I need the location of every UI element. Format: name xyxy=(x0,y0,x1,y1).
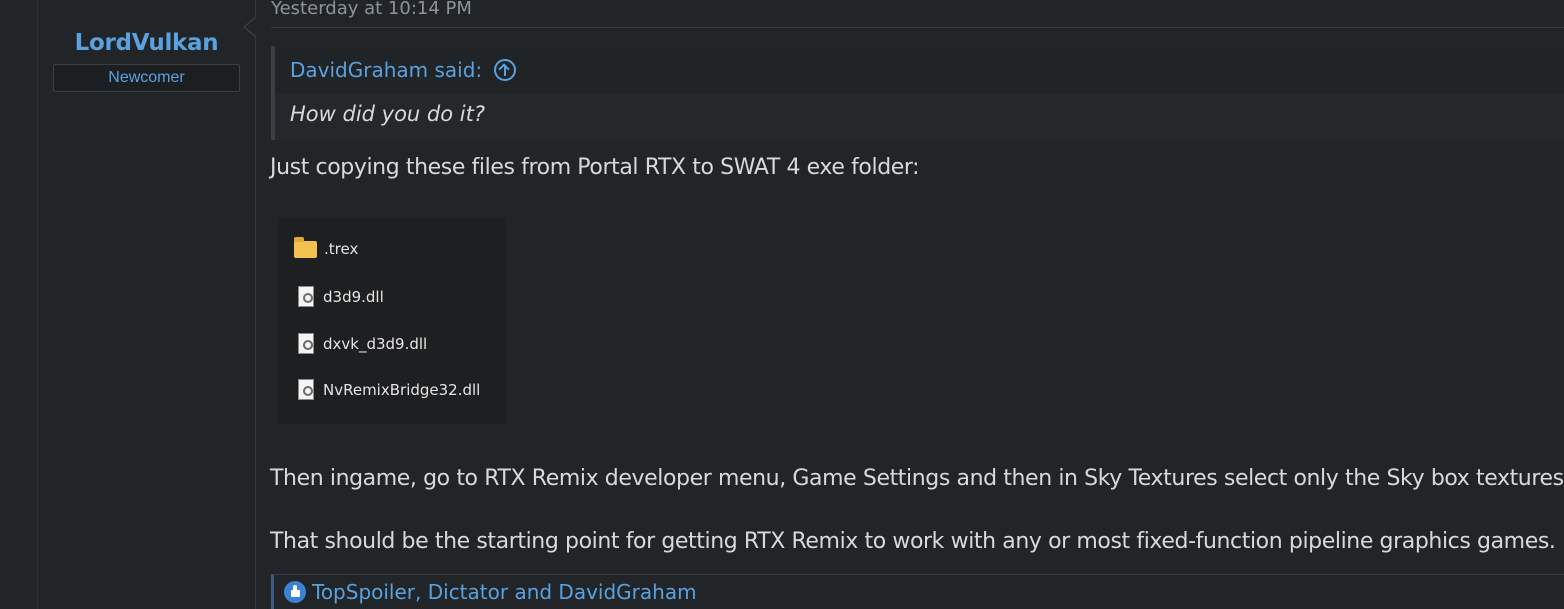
file-row-d3d9: d3d9.dll xyxy=(294,286,384,307)
forum-post-page: LordVulkan Newcomer Yesterday at 10:14 P… xyxy=(0,0,1564,609)
dll-file-icon xyxy=(298,286,314,307)
quote-text: How did you do it? xyxy=(290,102,485,126)
post-paragraph-2: Then ingame, go to RTX Remix developer m… xyxy=(270,466,1564,491)
message-body: Yesterday at 10:14 PM DavidGraham said: … xyxy=(256,0,1564,609)
post-timestamp[interactable]: Yesterday at 10:14 PM xyxy=(271,0,472,19)
file-name: d3d9.dll xyxy=(323,287,384,306)
left-gutter xyxy=(0,0,38,609)
dll-file-icon xyxy=(298,379,314,400)
quote-header[interactable]: DavidGraham said: xyxy=(275,46,1564,93)
file-row-nvremix: NvRemixBridge32.dll xyxy=(294,379,480,400)
post-paragraph-3: That should be the starting point for ge… xyxy=(270,529,1556,554)
dll-file-icon xyxy=(298,333,314,354)
file-row-trex: .trex xyxy=(294,236,359,258)
reactions-list[interactable]: TopSpoiler, Dictator and DavidGraham xyxy=(312,580,697,604)
file-name: .trex xyxy=(324,240,359,258)
user-title-badge: Newcomer xyxy=(53,64,240,92)
quote-block: DavidGraham said: How did you do it? xyxy=(271,46,1564,140)
timestamp-divider xyxy=(271,27,1564,28)
file-row-dxvk: dxvk_d3d9.dll xyxy=(294,333,427,354)
user-sidebar: LordVulkan Newcomer xyxy=(38,0,256,609)
file-name: NvRemixBridge32.dll xyxy=(323,380,481,399)
thumbs-up-icon xyxy=(284,581,306,603)
username-link[interactable]: LordVulkan xyxy=(53,30,240,56)
folder-icon xyxy=(294,236,317,258)
file-list-image: .trex d3d9.dll dxvk_d3d9.dll NvRemixBrid… xyxy=(278,218,506,424)
arrow-up-circle-icon[interactable] xyxy=(494,58,517,81)
post-paragraph-1: Just copying these files from Portal RTX… xyxy=(270,155,920,180)
quote-author[interactable]: DavidGraham said: xyxy=(290,58,482,82)
file-name: dxvk_d3d9.dll xyxy=(323,334,428,353)
reactions-bar[interactable]: TopSpoiler, Dictator and DavidGraham xyxy=(271,574,1564,609)
